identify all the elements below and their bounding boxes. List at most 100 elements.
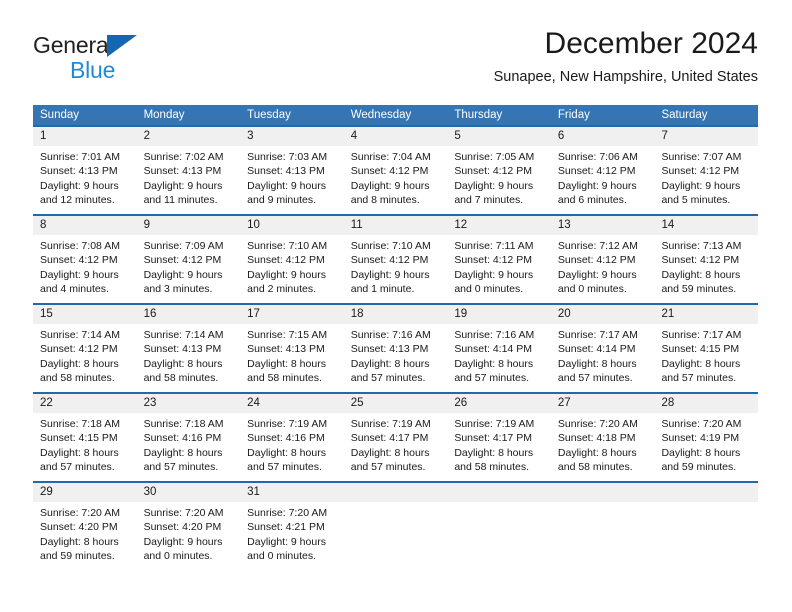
day-number[interactable]: 12 (447, 216, 551, 235)
sunset-text: Sunset: 4:12 PM (247, 254, 325, 267)
calendar-week-row: 15 16 17 18 19 20 21 Sunrise: 7:14 AM Su… (33, 303, 758, 392)
day-cell[interactable]: Sunrise: 7:10 AM Sunset: 4:12 PM Dayligh… (344, 235, 448, 303)
day-cell-empty (551, 483, 655, 502)
day-cell[interactable]: Sunrise: 7:19 AM Sunset: 4:16 PM Dayligh… (240, 413, 344, 481)
day-number[interactable]: 11 (344, 216, 448, 235)
day-number[interactable]: 31 (240, 483, 344, 502)
daylight-text-line2: and 57 minutes. (247, 461, 322, 474)
day-number[interactable]: 10 (240, 216, 344, 235)
daylight-text-line1: Daylight: 9 hours (454, 268, 534, 281)
sunset-text: Sunset: 4:12 PM (557, 165, 636, 178)
daylight-text-line2: and 59 minutes. (40, 550, 115, 563)
day-cell[interactable]: Sunrise: 7:13 AM Sunset: 4:12 PM Dayligh… (654, 235, 758, 303)
day-number[interactable]: 24 (240, 394, 344, 413)
page-header: General Blue December 2024 Sunapee, New … (33, 26, 758, 98)
day-number[interactable]: 30 (137, 483, 241, 502)
day-number[interactable]: 29 (33, 483, 137, 502)
logo-text-blue: Blue (70, 57, 116, 83)
day-number[interactable]: 25 (344, 394, 448, 413)
page-subtitle: Sunapee, New Hampshire, United States (493, 69, 758, 85)
week-daynumber-band: 8 9 10 11 12 13 14 (33, 216, 758, 235)
day-number[interactable]: 16 (137, 305, 241, 324)
day-cell[interactable]: Sunrise: 7:12 AM Sunset: 4:12 PM Dayligh… (551, 235, 655, 303)
day-cell[interactable]: Sunrise: 7:19 AM Sunset: 4:17 PM Dayligh… (344, 413, 448, 481)
day-number[interactable]: 20 (551, 305, 655, 324)
daylight-text-line1: Daylight: 9 hours (247, 179, 326, 192)
day-number[interactable]: 3 (240, 127, 344, 146)
sunset-text: Sunset: 4:13 PM (143, 165, 222, 178)
day-cell[interactable]: Sunrise: 7:17 AM Sunset: 4:15 PM Dayligh… (654, 324, 758, 392)
sunrise-text: Sunrise: 7:06 AM (557, 151, 638, 163)
day-number[interactable]: 18 (344, 305, 448, 324)
daylight-text-line2: and 57 minutes. (661, 372, 737, 385)
daylight-text-line2: and 59 minutes. (661, 461, 737, 474)
day-number[interactable]: 15 (33, 305, 137, 324)
day-cell[interactable]: Sunrise: 7:16 AM Sunset: 4:14 PM Dayligh… (447, 324, 551, 392)
daylight-text-line1: Daylight: 8 hours (350, 446, 430, 459)
day-cell[interactable]: Sunrise: 7:08 AM Sunset: 4:12 PM Dayligh… (33, 235, 137, 303)
day-number[interactable]: 23 (137, 394, 241, 413)
day-cell[interactable]: Sunrise: 7:04 AM Sunset: 4:12 PM Dayligh… (344, 146, 448, 214)
daylight-text-line1: Daylight: 9 hours (454, 179, 534, 192)
day-number[interactable]: 21 (654, 305, 758, 324)
sunrise-text: Sunrise: 7:20 AM (661, 418, 742, 430)
day-number[interactable]: 28 (654, 394, 758, 413)
daylight-text-line1: Daylight: 8 hours (40, 357, 119, 370)
sunrise-text: Sunrise: 7:16 AM (454, 329, 535, 341)
daylight-text-line1: Daylight: 9 hours (661, 179, 741, 192)
day-number[interactable]: 26 (447, 394, 551, 413)
day-cell[interactable]: Sunrise: 7:11 AM Sunset: 4:12 PM Dayligh… (447, 235, 551, 303)
day-cell[interactable]: Sunrise: 7:20 AM Sunset: 4:20 PM Dayligh… (33, 502, 137, 570)
day-number[interactable]: 8 (33, 216, 137, 235)
day-cell[interactable]: Sunrise: 7:07 AM Sunset: 4:12 PM Dayligh… (654, 146, 758, 214)
day-cell[interactable]: Sunrise: 7:20 AM Sunset: 4:20 PM Dayligh… (137, 502, 241, 570)
day-number[interactable]: 13 (551, 216, 655, 235)
day-cell[interactable]: Sunrise: 7:10 AM Sunset: 4:12 PM Dayligh… (240, 235, 344, 303)
day-cell[interactable]: Sunrise: 7:17 AM Sunset: 4:14 PM Dayligh… (551, 324, 655, 392)
day-number[interactable]: 17 (240, 305, 344, 324)
day-cell[interactable]: Sunrise: 7:03 AM Sunset: 4:13 PM Dayligh… (240, 146, 344, 214)
day-cell[interactable]: Sunrise: 7:14 AM Sunset: 4:13 PM Dayligh… (137, 324, 241, 392)
week-daynumber-band: 29 30 31 (33, 483, 758, 502)
daylight-text-line2: and 3 minutes. (143, 283, 213, 296)
sunrise-text: Sunrise: 7:01 AM (40, 151, 120, 163)
day-cell[interactable]: Sunrise: 7:20 AM Sunset: 4:21 PM Dayligh… (240, 502, 344, 570)
day-cell[interactable]: Sunrise: 7:02 AM Sunset: 4:13 PM Dayligh… (137, 146, 241, 214)
day-number[interactable]: 1 (33, 127, 137, 146)
day-number[interactable]: 9 (137, 216, 241, 235)
weekday-header-tuesday: Tuesday (247, 109, 291, 121)
daylight-text-line1: Daylight: 8 hours (40, 446, 119, 459)
day-cell[interactable]: Sunrise: 7:20 AM Sunset: 4:18 PM Dayligh… (551, 413, 655, 481)
day-cell[interactable]: Sunrise: 7:09 AM Sunset: 4:12 PM Dayligh… (137, 235, 241, 303)
weekday-header-monday: Monday (143, 109, 185, 121)
daylight-text-line2: and 58 minutes. (40, 372, 115, 385)
sunrise-text: Sunrise: 7:13 AM (661, 240, 742, 252)
sunrise-text: Sunrise: 7:12 AM (557, 240, 638, 252)
day-number[interactable]: 2 (137, 127, 241, 146)
day-number[interactable]: 5 (447, 127, 551, 146)
day-number[interactable]: 6 (551, 127, 655, 146)
day-cell[interactable]: Sunrise: 7:16 AM Sunset: 4:13 PM Dayligh… (344, 324, 448, 392)
sunrise-text: Sunrise: 7:17 AM (661, 329, 742, 341)
day-cell[interactable]: Sunrise: 7:18 AM Sunset: 4:16 PM Dayligh… (137, 413, 241, 481)
day-cell[interactable]: Sunrise: 7:19 AM Sunset: 4:17 PM Dayligh… (447, 413, 551, 481)
day-cell[interactable]: Sunrise: 7:14 AM Sunset: 4:12 PM Dayligh… (33, 324, 137, 392)
daylight-text-line1: Daylight: 9 hours (143, 179, 223, 192)
day-number[interactable]: 4 (344, 127, 448, 146)
sunrise-text: Sunrise: 7:02 AM (143, 151, 224, 163)
daylight-text-line1: Daylight: 9 hours (247, 535, 326, 548)
day-cell[interactable]: Sunrise: 7:06 AM Sunset: 4:12 PM Dayligh… (551, 146, 655, 214)
day-number[interactable]: 19 (447, 305, 551, 324)
day-number[interactable]: 14 (654, 216, 758, 235)
day-cell[interactable]: Sunrise: 7:01 AM Sunset: 4:13 PM Dayligh… (33, 146, 137, 214)
daylight-text-line1: Daylight: 9 hours (350, 179, 430, 192)
day-number[interactable]: 22 (33, 394, 137, 413)
day-number[interactable]: 27 (551, 394, 655, 413)
day-cell[interactable]: Sunrise: 7:20 AM Sunset: 4:19 PM Dayligh… (654, 413, 758, 481)
daylight-text-line1: Daylight: 9 hours (143, 535, 223, 548)
daylight-text-line1: Daylight: 8 hours (557, 446, 637, 459)
day-cell[interactable]: Sunrise: 7:05 AM Sunset: 4:12 PM Dayligh… (447, 146, 551, 214)
day-cell[interactable]: Sunrise: 7:15 AM Sunset: 4:13 PM Dayligh… (240, 324, 344, 392)
day-number[interactable]: 7 (654, 127, 758, 146)
day-cell[interactable]: Sunrise: 7:18 AM Sunset: 4:15 PM Dayligh… (33, 413, 137, 481)
